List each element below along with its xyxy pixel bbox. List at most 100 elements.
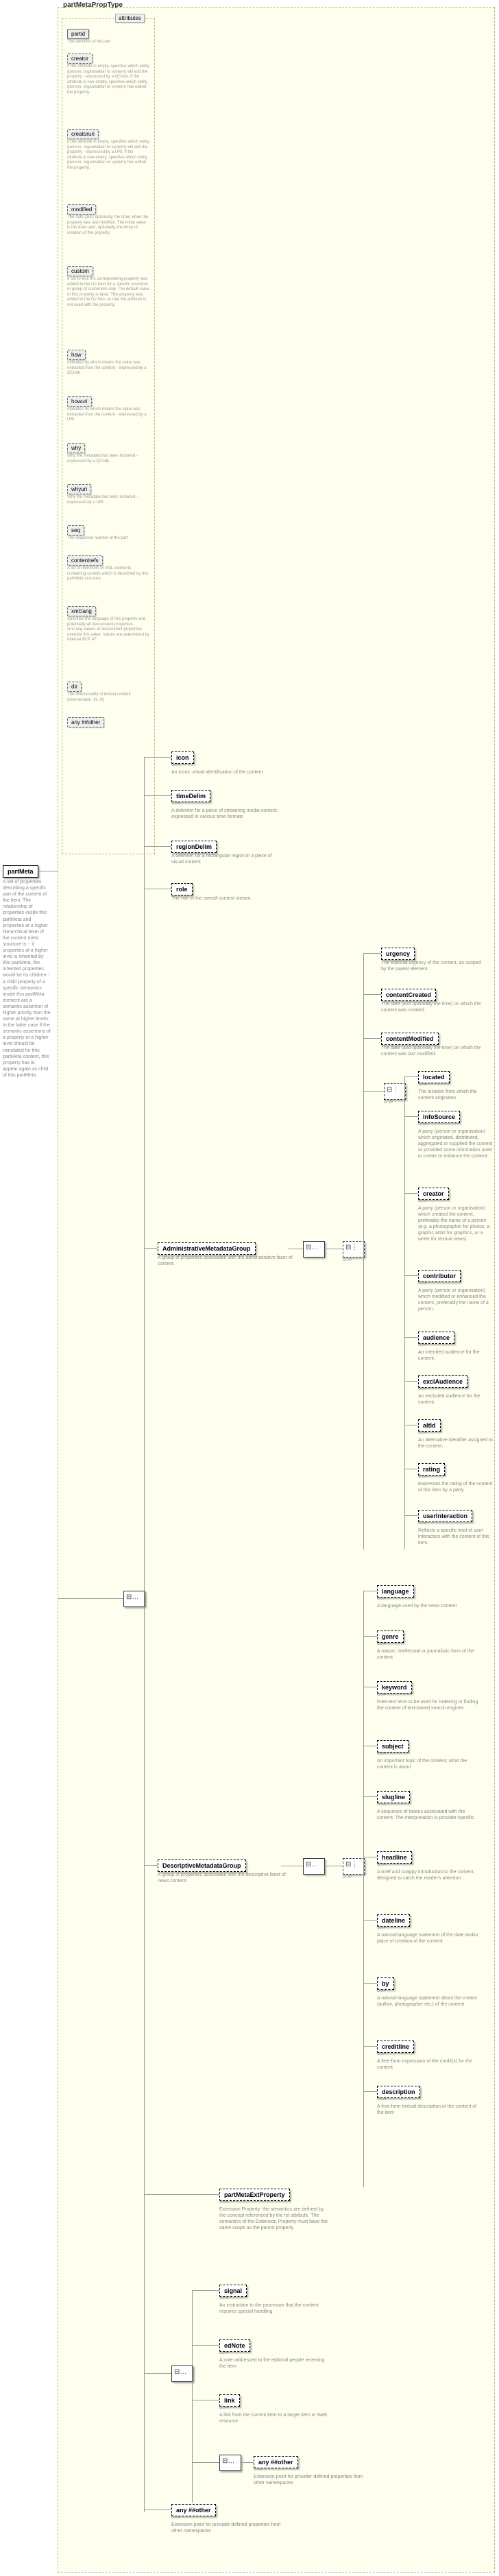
d: A natural-language statement about the c… [377, 1995, 480, 2008]
element-contentModified[interactable]: contentModified [381, 1033, 439, 1045]
o: 0..∞ [418, 1082, 427, 1087]
element-partMetaExtProperty[interactable]: partMetaExtProperty [219, 2189, 290, 2201]
attr-desc: Indicates by which means the value was e… [67, 407, 149, 423]
c [363, 1636, 377, 1637]
attr-desc: The date (and, optionally, the time) whe… [67, 215, 149, 236]
choice-admin-inner[interactable] [384, 1083, 406, 1100]
attr-why[interactable]: why [67, 443, 85, 453]
sequence-any[interactable] [219, 2455, 241, 2471]
attr-contentrefs[interactable]: contentrefs [67, 555, 103, 566]
c [363, 1796, 377, 1797]
attr-desc: Why the metadata has been included - exp… [67, 454, 149, 464]
o: 0..∞ [377, 2051, 386, 2056]
group-descriptive[interactable]: DescriptiveMetadataGroup [158, 1859, 246, 1872]
attr-desc: The directionality of textual content (e… [67, 693, 149, 703]
attr-custom[interactable]: custom [67, 266, 93, 276]
desc-timeDelim: A delimiter for a piece of streaming med… [171, 808, 281, 820]
d: A free-form expression of the credit(s) … [377, 2058, 480, 2071]
d: An excluded audience for the content. [418, 1393, 494, 1406]
attr-dir[interactable]: dir [67, 682, 82, 692]
element-urgency[interactable]: urgency [381, 948, 415, 960]
c [144, 2373, 171, 2374]
c [144, 795, 171, 796]
d: Expresses the rating of the content of t… [418, 1481, 494, 1493]
occ-i: 0..∞ [384, 1100, 393, 1105]
d: A link from the current Item to a target… [219, 2412, 329, 2424]
c [363, 994, 381, 995]
d: A nature, intellectual or journalistic f… [377, 1648, 480, 1661]
desc-regionDelim: A delimiter for a rectangular region in … [171, 853, 281, 865]
c [363, 1983, 377, 1984]
attr-desc: A list of identifiers of XML elements co… [67, 566, 149, 582]
element-contentCreated[interactable]: contentCreated [381, 989, 436, 1001]
c [404, 1515, 418, 1516]
sequence-descr[interactable] [303, 1858, 325, 1875]
desc-descr: A group of properties associated with th… [158, 1872, 295, 1884]
element-role[interactable]: role [171, 883, 193, 895]
occ: 0..∞ [171, 762, 180, 767]
c [363, 953, 381, 954]
element-partMeta[interactable]: partMeta [3, 865, 38, 878]
occ-admin: 0..∞ [343, 1257, 352, 1262]
c [192, 2290, 193, 2503]
o: 0..∞ [219, 2200, 228, 2204]
d: The date (and optionally the time) on wh… [381, 1001, 484, 1013]
d: Extension point for provider-defined pro… [171, 2522, 281, 2534]
choice-admin[interactable] [343, 1241, 365, 1257]
o: 0..∞ [418, 1474, 427, 1479]
connector [58, 1598, 123, 1599]
d: An alternative identifier assigned to th… [418, 1437, 494, 1449]
c [404, 1193, 418, 1194]
o: 0..∞ [418, 1430, 427, 1435]
sequence-main[interactable] [123, 1591, 145, 1607]
attr-whyuri[interactable]: whyuri [67, 484, 91, 494]
c [404, 1116, 418, 1117]
c [404, 1275, 418, 1276]
attributes-title: attributes [115, 14, 145, 23]
attr-creator[interactable]: creator [67, 53, 93, 64]
d: A brief and snappy introduction to the c… [377, 1869, 480, 1881]
d: An important topic of the content; what … [377, 1758, 480, 1770]
c [363, 2091, 377, 2092]
d: A note addressed to the editorial people… [219, 2357, 329, 2370]
o: 0..∞ [377, 1862, 386, 1867]
d: A language used by the news content [377, 1603, 480, 1609]
attr-seq[interactable]: seq [67, 525, 84, 535]
sequence-admin[interactable] [303, 1241, 325, 1257]
o: 0..∞ [377, 1641, 386, 1646]
d: An instruction to the processor that the… [219, 2302, 329, 2315]
d: An intended audience for the content. [418, 1349, 494, 1362]
occ-d: 0..∞ [343, 1875, 352, 1879]
o: 0..∞ [377, 1802, 386, 1807]
d: Extension point for provider-defined pro… [254, 2474, 363, 2486]
attr-how[interactable]: how [67, 350, 86, 360]
c [192, 2462, 219, 2463]
c [144, 2509, 171, 2510]
attr-xmllang[interactable]: xml:lang [67, 606, 96, 616]
choice-descr[interactable] [343, 1858, 365, 1875]
group-admin[interactable]: AdministrativeMetadataGroup [158, 1242, 256, 1255]
d: Free-text term to be used for indexing o… [377, 1699, 480, 1711]
attr-any-other[interactable]: any ##other [67, 717, 104, 727]
attr-howuri[interactable]: howuri [67, 396, 92, 407]
o: 0..∞ [418, 1343, 427, 1347]
attr-desc: Why the metadata has been included - exp… [67, 495, 149, 505]
d: A party (person or organisation) which c… [418, 1205, 494, 1243]
c [363, 1038, 381, 1039]
c [192, 2345, 219, 2346]
attr-partid[interactable]: partid [67, 29, 89, 39]
element-regionDelim[interactable]: regionDelim [171, 841, 217, 853]
d: The editorial urgency of the content, as… [381, 960, 484, 972]
o: 0..∞ [418, 1281, 427, 1286]
o: 0..∞ [418, 1199, 427, 1203]
o: 0..∞ [219, 2405, 228, 2410]
attr-modified[interactable]: modified [67, 204, 96, 215]
d: A free-form textual description of the c… [377, 2104, 480, 2116]
c [144, 2194, 219, 2195]
d: The location from which the content orig… [418, 1089, 494, 1101]
o: 0..∞ [377, 1692, 386, 1697]
sequence-tail[interactable] [171, 2366, 193, 2382]
connector-vertical [144, 757, 145, 2512]
c [192, 2290, 219, 2291]
attr-creatoruri[interactable]: creatoruri [67, 129, 99, 139]
